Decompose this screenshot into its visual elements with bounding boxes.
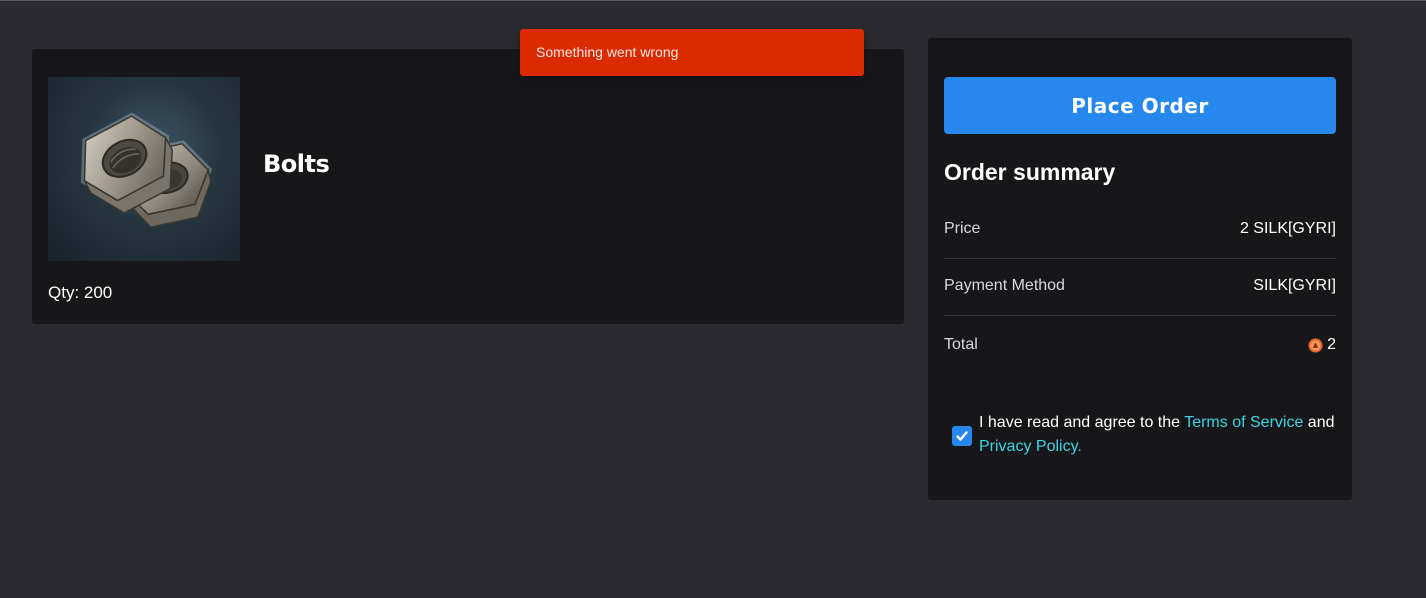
checkmark-icon: [956, 431, 968, 441]
payment-method-label: Payment Method: [944, 277, 1065, 294]
product-quantity: Qty: 200: [48, 283, 113, 302]
order-summary-title: Order summary: [944, 159, 1116, 185]
total-value-group: 2: [1308, 336, 1336, 354]
divider: [944, 258, 1336, 259]
divider: [944, 315, 1336, 316]
toast-message: Something went wrong: [536, 44, 679, 60]
product-card: Bolts Qty: 200: [32, 49, 904, 324]
terms-agreement: I have read and agree to the Terms of Se…: [952, 411, 1336, 459]
terms-checkbox[interactable]: [952, 426, 972, 446]
top-border: [0, 0, 1426, 1]
summary-row-price: Price 2 SILK[GYRI]: [944, 219, 1336, 239]
order-panel: Place Order Order summary Price 2 SILK[G…: [928, 38, 1352, 500]
price-label: Price: [944, 220, 981, 237]
place-order-button[interactable]: Place Order: [944, 77, 1336, 134]
terms-of-service-link[interactable]: Terms of Service: [1184, 414, 1303, 431]
price-value: 2 SILK[GYRI]: [1239, 220, 1336, 237]
summary-row-total: Total 2: [944, 335, 1336, 355]
total-value: 2: [1327, 336, 1336, 353]
product-name: Bolts: [263, 150, 330, 178]
terms-text: I have read and agree to the Terms of Se…: [979, 411, 1336, 459]
agree-middle: and: [1303, 414, 1335, 431]
total-label: Total: [944, 336, 978, 353]
agree-prefix: I have read and agree to the: [979, 414, 1185, 431]
product-image: [48, 77, 240, 261]
error-toast[interactable]: Something went wrong: [520, 29, 864, 76]
summary-row-payment-method: Payment Method SILK[GYRI]: [944, 276, 1336, 296]
silk-coin-icon: [1308, 337, 1323, 353]
payment-method-value: SILK[GYRI]: [1253, 277, 1336, 294]
privacy-policy-link[interactable]: Privacy Policy.: [979, 438, 1082, 455]
hex-nuts-icon: [80, 112, 213, 228]
